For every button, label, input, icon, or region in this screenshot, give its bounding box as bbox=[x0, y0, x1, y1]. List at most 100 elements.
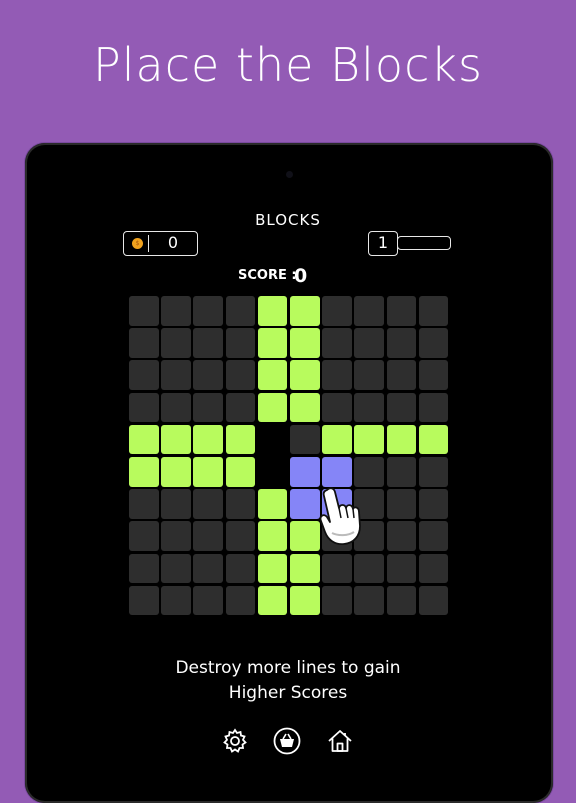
game-board[interactable] bbox=[129, 296, 449, 616]
board-cell[interactable] bbox=[161, 328, 191, 358]
board-cell[interactable] bbox=[225, 296, 256, 326]
board-cell[interactable] bbox=[225, 424, 256, 455]
board-cell[interactable] bbox=[129, 328, 159, 358]
board-cell[interactable] bbox=[161, 392, 191, 423]
board-cell[interactable] bbox=[225, 392, 256, 423]
board-cell[interactable] bbox=[386, 360, 417, 390]
board-cell[interactable] bbox=[257, 296, 288, 326]
board-cell[interactable] bbox=[193, 585, 223, 616]
board-cell[interactable] bbox=[257, 489, 288, 519]
board-cell[interactable] bbox=[129, 424, 159, 455]
board-cell[interactable] bbox=[386, 296, 417, 326]
board-cell[interactable] bbox=[225, 553, 256, 584]
board-cell[interactable] bbox=[129, 456, 159, 487]
board-cell[interactable] bbox=[418, 296, 449, 326]
board-cell[interactable] bbox=[289, 296, 320, 326]
board-cell[interactable] bbox=[193, 424, 223, 455]
board-cell[interactable] bbox=[257, 328, 288, 358]
basket-icon[interactable] bbox=[273, 727, 301, 755]
board-cell[interactable] bbox=[418, 424, 449, 455]
board-cell[interactable] bbox=[129, 585, 159, 616]
board-cell[interactable] bbox=[322, 553, 352, 584]
board-cell[interactable] bbox=[289, 521, 320, 551]
board-cell[interactable] bbox=[322, 585, 352, 616]
board-cell[interactable] bbox=[257, 392, 288, 423]
board-cell[interactable] bbox=[193, 296, 223, 326]
piece-cell[interactable] bbox=[289, 489, 320, 519]
board-cell[interactable] bbox=[322, 392, 352, 423]
board-cell[interactable] bbox=[257, 553, 288, 584]
board-cell[interactable] bbox=[354, 553, 384, 584]
board-cell[interactable] bbox=[161, 553, 191, 584]
board-cell[interactable] bbox=[386, 521, 417, 551]
board-cell[interactable] bbox=[289, 585, 320, 616]
board-cell[interactable] bbox=[161, 296, 191, 326]
board-cell[interactable] bbox=[386, 456, 417, 487]
board-cell[interactable] bbox=[258, 425, 288, 455]
board-cell[interactable] bbox=[289, 392, 320, 423]
board-cell[interactable] bbox=[193, 521, 223, 551]
board-cell[interactable] bbox=[418, 553, 449, 584]
board-cell[interactable] bbox=[322, 424, 352, 455]
board-cell[interactable] bbox=[161, 456, 191, 487]
board-cell[interactable] bbox=[322, 328, 352, 358]
piece-cell[interactable] bbox=[322, 456, 352, 487]
board-cell[interactable] bbox=[322, 360, 352, 390]
home-icon[interactable] bbox=[326, 727, 354, 755]
piece-cell[interactable] bbox=[289, 456, 320, 487]
board-cell[interactable] bbox=[225, 585, 256, 616]
board-cell[interactable] bbox=[257, 521, 288, 551]
board-cell[interactable] bbox=[354, 296, 384, 326]
board-cell[interactable] bbox=[289, 360, 320, 390]
board-cell[interactable] bbox=[289, 328, 320, 358]
board-cell[interactable] bbox=[129, 521, 159, 551]
board-cell[interactable] bbox=[161, 424, 191, 455]
board-cell[interactable] bbox=[129, 360, 159, 390]
board-cell[interactable] bbox=[418, 585, 449, 616]
board-cell[interactable] bbox=[161, 585, 191, 616]
board-cell[interactable] bbox=[289, 553, 320, 584]
board-cell[interactable] bbox=[161, 360, 191, 390]
board-cell[interactable] bbox=[354, 328, 384, 358]
board-cell[interactable] bbox=[418, 489, 449, 519]
board-cell[interactable] bbox=[386, 553, 417, 584]
board-cell[interactable] bbox=[354, 585, 384, 616]
board-cell[interactable] bbox=[418, 328, 449, 358]
board-cell[interactable] bbox=[193, 456, 223, 487]
board-cell[interactable] bbox=[354, 424, 384, 455]
board-cell[interactable] bbox=[386, 489, 417, 519]
gear-icon[interactable] bbox=[221, 727, 249, 755]
board-cell[interactable] bbox=[193, 392, 223, 423]
board-cell[interactable] bbox=[129, 553, 159, 584]
board-cell[interactable] bbox=[386, 328, 417, 358]
board-cell[interactable] bbox=[354, 360, 384, 390]
board-cell[interactable] bbox=[257, 585, 288, 616]
board-cell[interactable] bbox=[129, 296, 159, 326]
board-cell[interactable] bbox=[161, 521, 191, 551]
board-cell[interactable] bbox=[257, 360, 288, 390]
board-cell[interactable] bbox=[418, 360, 449, 390]
board-cell[interactable] bbox=[193, 489, 223, 519]
board-cell[interactable] bbox=[386, 424, 417, 455]
board-cell[interactable] bbox=[322, 296, 352, 326]
board-cell[interactable] bbox=[418, 456, 449, 487]
board-cell[interactable] bbox=[354, 392, 384, 423]
board-cell[interactable] bbox=[161, 489, 191, 519]
board-cell[interactable] bbox=[386, 585, 417, 616]
board-cell[interactable] bbox=[193, 553, 223, 584]
board-cell[interactable] bbox=[354, 456, 384, 487]
board-cell[interactable] bbox=[225, 489, 256, 519]
board-cell[interactable] bbox=[193, 328, 223, 358]
board-cell[interactable] bbox=[386, 392, 417, 423]
board-cell[interactable] bbox=[418, 392, 449, 423]
board-cell[interactable] bbox=[225, 521, 256, 551]
board-cell[interactable] bbox=[289, 424, 320, 455]
board-cell[interactable] bbox=[258, 457, 288, 487]
board-cell[interactable] bbox=[418, 521, 449, 551]
board-cell[interactable] bbox=[225, 360, 256, 390]
board-cell[interactable] bbox=[225, 456, 256, 487]
board-cell[interactable] bbox=[193, 360, 223, 390]
board-cell[interactable] bbox=[129, 489, 159, 519]
board-cell[interactable] bbox=[225, 328, 256, 358]
board-cell[interactable] bbox=[129, 392, 159, 423]
